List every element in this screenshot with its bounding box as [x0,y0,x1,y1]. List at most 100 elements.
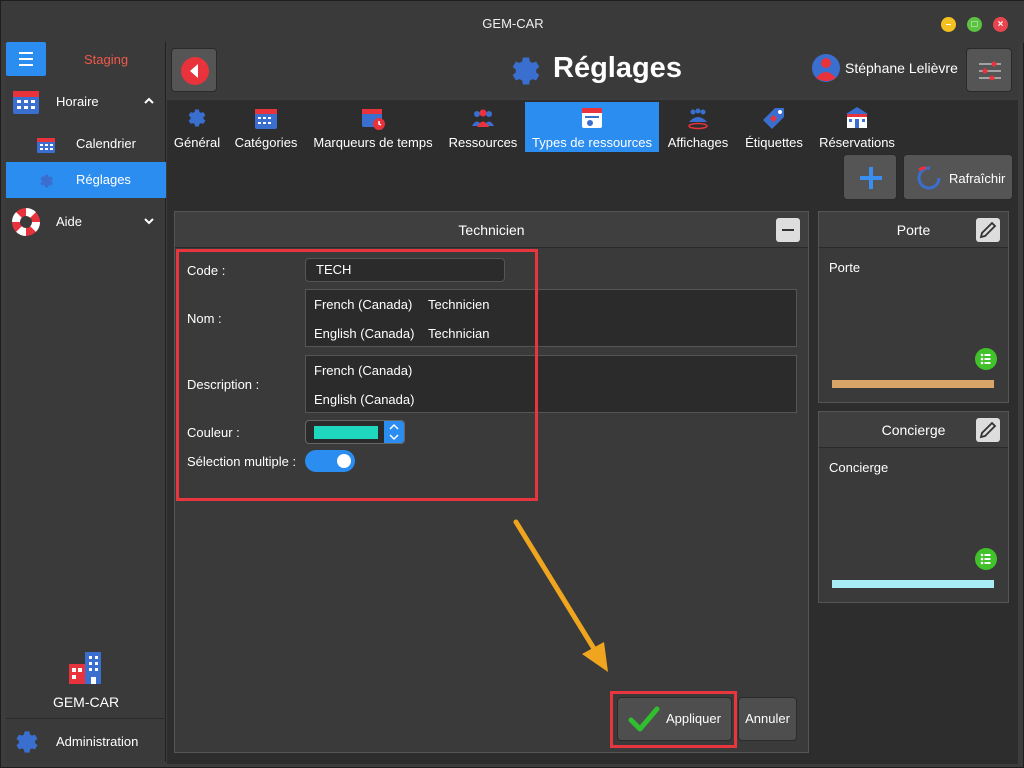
sidebar-item-calendrier[interactable]: Calendrier [6,126,166,162]
plus-icon [860,167,882,189]
list-details-button[interactable] [975,548,997,570]
list-icon [980,553,991,565]
tab-label: Réservations [819,135,895,150]
building-icon [846,107,868,128]
tab-affichages[interactable]: Affichages [663,102,733,152]
calendar-small-icon [37,138,55,153]
list-icon [980,353,991,365]
resource-type-card-concierge[interactable]: Concierge Concierge [818,411,1009,603]
minus-icon [782,229,794,231]
minimize-button[interactable]: – [941,17,956,32]
list-details-button[interactable] [975,348,997,370]
logo-text: GEM-CAR [52,694,120,710]
tab-reservations[interactable]: Réservations [813,102,901,152]
group-display-icon [688,108,708,130]
panel-title: Technicien [458,222,525,238]
sidebar-item-horaire[interactable]: Horaire [6,84,166,120]
resource-type-icon [582,108,602,128]
tab-label: Marqueurs de temps [313,135,433,150]
lifebuoy-icon [12,208,40,236]
sliders-icon [979,61,1001,81]
environment-label: Staging [83,52,129,67]
cancel-button[interactable]: Annuler [738,697,797,741]
apply-highlight-annotation [610,691,737,748]
page-title-text: Réglages [553,52,682,84]
sidebar: Staging Horaire Calendrier Réglages Aide… [6,42,166,762]
window-title: GEM-CAR [482,16,544,31]
tab-label: Général [173,135,221,150]
card-title: Concierge [881,422,946,438]
collapse-button[interactable] [776,218,800,242]
sidebar-item-label: Aide [56,214,83,229]
card-description: Porte [829,260,861,275]
hamburger-icon-bar [19,58,33,60]
preferences-button[interactable] [966,48,1012,92]
building-logo-icon [69,652,101,684]
tab-etiquettes[interactable]: Étiquettes [739,102,809,152]
gear-icon [16,731,38,753]
tag-icon [763,108,784,129]
tab-ressources[interactable]: Ressources [443,102,523,152]
edit-button[interactable] [976,418,1000,442]
title-bar: GEM-CAR – □ × [1,1,1024,43]
close-button[interactable]: × [993,17,1008,32]
card-color-bar [832,580,994,588]
page-header: Réglages Stéphane Lelièvre [167,42,1018,98]
chevron-down-icon [144,218,154,225]
gear-icon [512,57,540,85]
calendar-icon [13,91,39,114]
tab-marqueurs[interactable]: Marqueurs de temps [307,102,439,152]
tab-types-ressources[interactable]: Types de ressources [525,102,659,152]
gear-icon [188,109,206,127]
pencil-icon [979,221,997,239]
annotation-arrow-icon [513,519,608,672]
app-logo: GEM-CAR [6,642,166,718]
card-description: Concierge [829,460,889,475]
back-button[interactable] [171,48,217,92]
sidebar-item-aide[interactable]: Aide [6,204,166,240]
close-icon: × [997,19,1004,30]
administration-button[interactable]: Administration [6,718,166,762]
card-header: Porte [819,212,1008,248]
toolbar: Rafraîchir [167,152,1018,204]
sidebar-item-label: Calendrier [76,136,136,151]
form-highlight-annotation [176,249,538,501]
card-header: Concierge [819,412,1008,448]
administration-label: Administration [56,734,139,749]
chevron-up-icon [144,97,154,104]
tab-label: Catégories [234,135,298,150]
minimize-icon: – [945,19,952,30]
refresh-icon [917,166,941,190]
refresh-label: Rafraîchir [949,171,1006,186]
resource-type-card-porte[interactable]: Porte Porte [818,211,1009,403]
tab-general[interactable]: Général [169,102,225,152]
maximize-button[interactable]: □ [967,17,982,32]
tab-label: Ressources [448,135,518,150]
calendar-clock-icon [362,109,385,130]
user-avatar-icon [812,54,840,82]
hamburger-menu-button[interactable] [6,42,46,76]
user-name: Stéphane Lelièvre [845,60,958,76]
hamburger-icon-bar [19,52,33,54]
sidebar-item-label: Horaire [56,94,99,109]
refresh-button[interactable]: Rafraîchir [903,154,1013,200]
tab-label: Affichages [667,135,729,150]
card-title: Porte [896,222,931,238]
calendar-grid-icon [255,109,277,129]
gear-icon [40,174,54,188]
edit-button[interactable] [976,218,1000,242]
sidebar-item-reglages[interactable]: Réglages [6,162,166,198]
maximize-icon: □ [971,19,978,30]
tab-categories[interactable]: Catégories [229,102,303,152]
panel-header: Technicien [175,212,808,248]
card-color-bar [832,380,994,388]
add-button[interactable] [843,154,897,200]
tab-label: Types de ressources [532,135,652,150]
people-icon [472,109,494,127]
tab-label: Étiquettes [745,135,803,150]
settings-tabs: Général Catégories Marqueurs de temps Re… [167,100,1018,152]
sidebar-item-label: Réglages [76,172,131,187]
hamburger-icon-bar [19,64,33,66]
back-arrow-icon [181,57,209,85]
pencil-icon [979,421,997,439]
